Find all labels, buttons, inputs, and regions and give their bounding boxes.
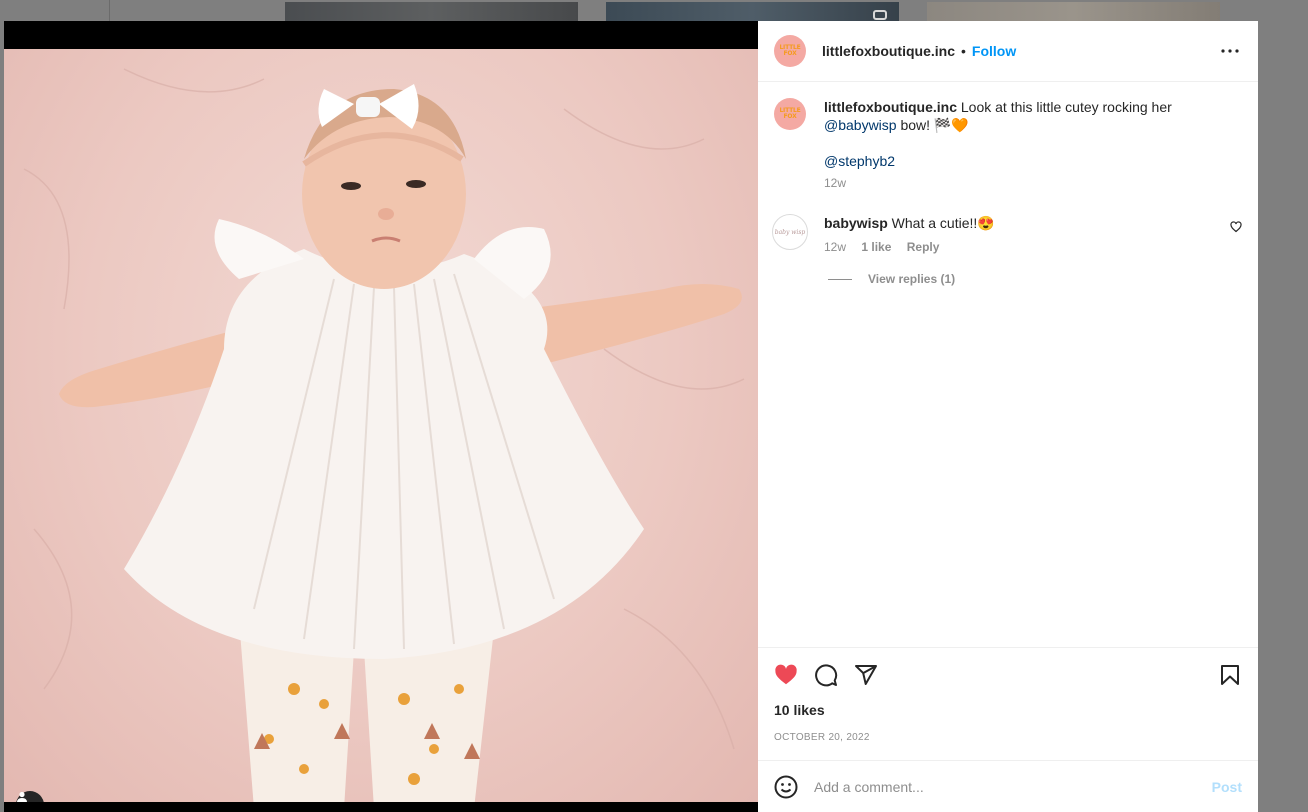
brand-logo: LITTLE FOX xyxy=(779,44,801,57)
caption-text: Look at this little cutey rocking her xyxy=(957,99,1172,115)
reel-icon xyxy=(873,10,887,20)
caption-avatar[interactable]: LITTLE FOX xyxy=(774,98,806,130)
more-icon xyxy=(1221,49,1239,53)
share-button[interactable] xyxy=(854,663,878,687)
likes-count[interactable]: 10 likes xyxy=(774,702,1242,718)
comment-timestamp[interactable]: 12w xyxy=(824,240,846,254)
caption-text: bow! 🏁🧡 xyxy=(896,117,969,133)
post-photo[interactable] xyxy=(4,49,758,802)
post-header: LITTLE FOX littlefoxboutique.inc • Follo… xyxy=(758,21,1258,82)
commenter-logo: baby wisp xyxy=(774,228,806,236)
sidebar-divider xyxy=(109,0,110,22)
action-bar xyxy=(774,648,1242,700)
like-comment-button[interactable] xyxy=(1230,220,1242,238)
caption-timestamp[interactable]: 12w xyxy=(824,176,846,190)
header-separator: • xyxy=(961,43,966,59)
author-username[interactable]: littlefoxboutique.inc xyxy=(822,43,955,59)
view-replies-button[interactable]: View replies (1) xyxy=(828,272,1242,286)
emoji-icon xyxy=(774,775,798,798)
comment-username[interactable]: babywisp xyxy=(824,215,888,231)
reply-button[interactable]: Reply xyxy=(907,240,940,254)
mention-link[interactable]: @stephyb2 xyxy=(824,153,895,169)
caption: LITTLE FOX littlefoxboutique.inc Look at… xyxy=(774,98,1242,192)
view-replies-label: View replies (1) xyxy=(868,272,956,286)
post-modal: LITTLE FOX littlefoxboutique.inc • Follo… xyxy=(4,21,1258,812)
comment-icon xyxy=(815,664,838,687)
caption-body: littlefoxboutique.inc Look at this littl… xyxy=(824,98,1172,192)
user-tag-icon xyxy=(17,791,27,802)
comment-input[interactable] xyxy=(814,778,1212,795)
post-media[interactable] xyxy=(4,21,758,812)
author-avatar[interactable]: LITTLE FOX xyxy=(774,35,806,67)
post-actions: 10 likes OCTOBER 20, 2022 xyxy=(758,647,1258,755)
share-icon xyxy=(855,665,877,685)
heart-icon xyxy=(775,664,797,685)
heart-icon xyxy=(1230,221,1242,233)
caption-username[interactable]: littlefoxboutique.inc xyxy=(824,99,957,115)
comment-button[interactable] xyxy=(814,663,838,687)
comment-text: What a cutie!!😍 xyxy=(887,215,995,231)
emoji-button[interactable] xyxy=(774,775,798,799)
bookmark-icon xyxy=(1221,665,1239,685)
baby-photo-illustration xyxy=(23,68,745,802)
follow-button[interactable]: Follow xyxy=(972,43,1016,59)
brand-logo: LITTLE FOX xyxy=(779,107,801,120)
grid-thumbnail[interactable] xyxy=(606,2,899,22)
comment-body: babywisp What a cutie!!😍 12w 1 like Repl… xyxy=(824,214,995,256)
grid-thumbnail[interactable] xyxy=(285,2,578,22)
comment-item: baby wisp babywisp What a cutie!!😍 12w 1… xyxy=(772,214,1242,256)
mention-link[interactable]: @babywisp xyxy=(824,117,897,133)
post-comment-button[interactable]: Post xyxy=(1212,779,1242,795)
comment-likes[interactable]: 1 like xyxy=(861,240,891,254)
post-date[interactable]: OCTOBER 20, 2022 xyxy=(774,732,1242,743)
replies-line xyxy=(828,278,852,280)
grid-thumbnail[interactable] xyxy=(927,2,1220,22)
commenter-avatar[interactable]: baby wisp xyxy=(772,214,808,250)
add-comment-bar: Post xyxy=(758,760,1258,812)
post-detail-panel: LITTLE FOX littlefoxboutique.inc • Follo… xyxy=(758,21,1258,812)
save-button[interactable] xyxy=(1218,663,1242,687)
comments-section: LITTLE FOX littlefoxboutique.inc Look at… xyxy=(758,82,1258,647)
like-button[interactable] xyxy=(774,663,798,687)
more-options-button[interactable] xyxy=(1218,39,1242,63)
